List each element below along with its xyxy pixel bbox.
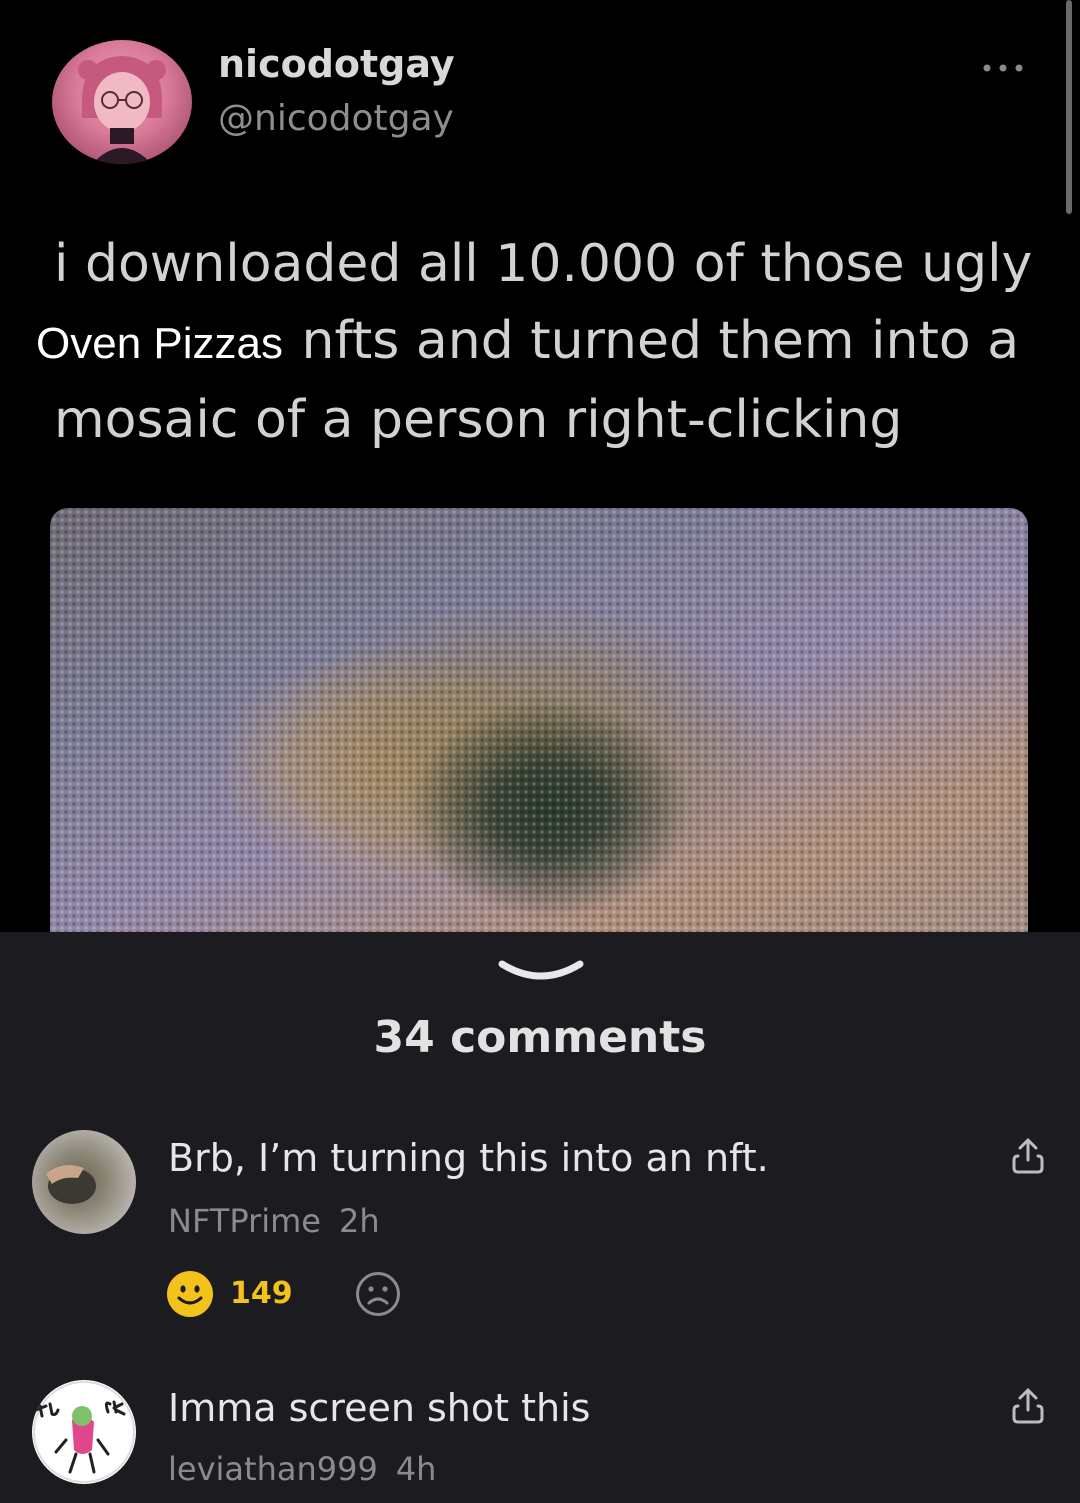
comments-sheet: 34 comments Brb, I’m turning this into a… xyxy=(0,932,1080,1503)
overlay-caption: Oven Pizzas xyxy=(34,319,285,368)
chevron-down-icon[interactable] xyxy=(496,954,586,988)
mosaic-image[interactable] xyxy=(50,508,1028,932)
commenter-avatar[interactable] xyxy=(32,1380,136,1484)
more-dots-icon[interactable] xyxy=(980,60,1026,74)
comment-meta: leviathan999 4h xyxy=(168,1450,436,1488)
hand-mouse-illustration xyxy=(46,1165,96,1204)
tweet-text-line-3: mosaic of a person right-clicking xyxy=(54,390,903,450)
comment-text: Brb, I’m turning this into an nft. xyxy=(168,1136,769,1180)
share-icon[interactable] xyxy=(1010,1386,1046,1426)
comment-item: Brb, I’m turning this into an nft. NFTPr… xyxy=(0,1130,1080,1330)
share-icon[interactable] xyxy=(1010,1136,1046,1176)
author-display-name[interactable]: nicodotgay xyxy=(218,42,455,86)
tweet-text: i downloaded all 10.000 of those ugly Ov… xyxy=(34,226,1044,459)
tweet-text-line-2-rest: nfts and turned them into a xyxy=(301,311,1020,371)
comments-count: 34 comments xyxy=(373,1012,707,1063)
author-avatar[interactable] xyxy=(52,40,192,164)
comment-author[interactable]: leviathan999 xyxy=(168,1450,378,1488)
tweet-text-line-2: Oven Pizzas nfts and turned them into a xyxy=(34,303,1044,382)
comment-author[interactable]: NFTPrime xyxy=(168,1202,321,1240)
commenter-avatar[interactable] xyxy=(32,1130,136,1234)
smile-icon[interactable] xyxy=(166,1270,214,1318)
scrollbar[interactable] xyxy=(1066,0,1072,214)
avatar-illustration xyxy=(78,56,166,164)
comment-time: 4h xyxy=(395,1450,437,1488)
comment-item: Imma screen shot this leviathan999 4h xyxy=(0,1380,1080,1503)
author-handle[interactable]: @nicodotgay xyxy=(218,98,454,139)
tweet-card: nicodotgay @nicodotgay i downloaded all … xyxy=(0,0,1080,932)
frown-icon[interactable] xyxy=(355,1271,401,1317)
tweet-text-line-1: i downloaded all 10.000 of those ugly xyxy=(54,234,1033,294)
like-count: 149 xyxy=(230,1276,293,1311)
cartoon-illustration xyxy=(33,1381,135,1483)
comment-meta: NFTPrime 2h xyxy=(168,1202,380,1240)
comment-time: 2h xyxy=(338,1202,380,1240)
comment-text: Imma screen shot this xyxy=(168,1386,591,1430)
